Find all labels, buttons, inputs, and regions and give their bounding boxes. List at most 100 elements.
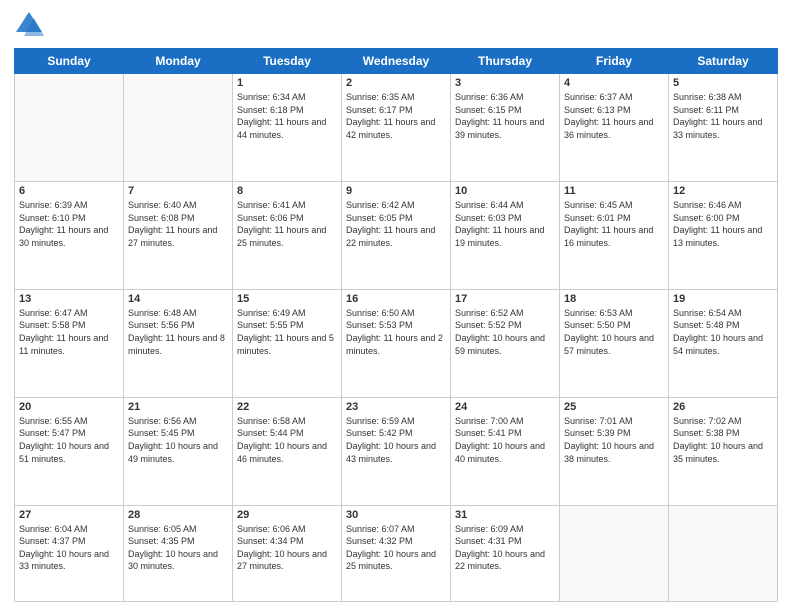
day-info: Sunrise: 6:56 AM Sunset: 5:45 PM Dayligh… bbox=[128, 415, 228, 465]
weekday-header-thursday: Thursday bbox=[451, 49, 560, 74]
calendar-cell: 30 Sunrise: 6:07 AM Sunset: 4:32 PM Dayli… bbox=[342, 505, 451, 601]
day-number: 29 bbox=[237, 509, 337, 521]
calendar-cell: 19 Sunrise: 6:54 AM Sunset: 5:48 PM Dayli… bbox=[669, 289, 778, 397]
day-info: Sunrise: 7:01 AM Sunset: 5:39 PM Dayligh… bbox=[564, 415, 664, 465]
calendar-cell: 17 Sunrise: 6:52 AM Sunset: 5:52 PM Dayli… bbox=[451, 289, 560, 397]
day-number: 20 bbox=[19, 401, 119, 413]
calendar-cell: 10 Sunrise: 6:44 AM Sunset: 6:03 PM Dayli… bbox=[451, 181, 560, 289]
day-info: Sunrise: 6:54 AM Sunset: 5:48 PM Dayligh… bbox=[673, 307, 773, 357]
weekday-header-friday: Friday bbox=[560, 49, 669, 74]
calendar-cell bbox=[15, 74, 124, 182]
calendar-cell bbox=[669, 505, 778, 601]
calendar-cell: 29 Sunrise: 6:06 AM Sunset: 4:34 PM Dayli… bbox=[233, 505, 342, 601]
day-number: 26 bbox=[673, 401, 773, 413]
day-number: 30 bbox=[346, 509, 446, 521]
day-number: 3 bbox=[455, 77, 555, 89]
day-number: 13 bbox=[19, 293, 119, 305]
day-number: 9 bbox=[346, 185, 446, 197]
calendar-cell: 12 Sunrise: 6:46 AM Sunset: 6:00 PM Dayli… bbox=[669, 181, 778, 289]
day-number: 18 bbox=[564, 293, 664, 305]
day-number: 1 bbox=[237, 77, 337, 89]
calendar-cell bbox=[560, 505, 669, 601]
day-number: 31 bbox=[455, 509, 555, 521]
calendar: SundayMondayTuesdayWednesdayThursdayFrid… bbox=[14, 48, 778, 602]
calendar-cell: 23 Sunrise: 6:59 AM Sunset: 5:42 PM Dayli… bbox=[342, 397, 451, 505]
calendar-cell: 28 Sunrise: 6:05 AM Sunset: 4:35 PM Dayli… bbox=[124, 505, 233, 601]
day-number: 6 bbox=[19, 185, 119, 197]
day-info: Sunrise: 6:09 AM Sunset: 4:31 PM Dayligh… bbox=[455, 523, 555, 573]
calendar-cell: 31 Sunrise: 6:09 AM Sunset: 4:31 PM Dayli… bbox=[451, 505, 560, 601]
day-number: 16 bbox=[346, 293, 446, 305]
day-number: 28 bbox=[128, 509, 228, 521]
day-info: Sunrise: 6:52 AM Sunset: 5:52 PM Dayligh… bbox=[455, 307, 555, 357]
day-info: Sunrise: 6:07 AM Sunset: 4:32 PM Dayligh… bbox=[346, 523, 446, 573]
day-number: 14 bbox=[128, 293, 228, 305]
day-info: Sunrise: 6:36 AM Sunset: 6:15 PM Dayligh… bbox=[455, 91, 555, 141]
day-info: Sunrise: 6:40 AM Sunset: 6:08 PM Dayligh… bbox=[128, 199, 228, 249]
day-number: 22 bbox=[237, 401, 337, 413]
day-number: 25 bbox=[564, 401, 664, 413]
day-info: Sunrise: 6:06 AM Sunset: 4:34 PM Dayligh… bbox=[237, 523, 337, 573]
day-info: Sunrise: 6:38 AM Sunset: 6:11 PM Dayligh… bbox=[673, 91, 773, 141]
day-info: Sunrise: 6:46 AM Sunset: 6:00 PM Dayligh… bbox=[673, 199, 773, 249]
calendar-cell: 13 Sunrise: 6:47 AM Sunset: 5:58 PM Dayli… bbox=[15, 289, 124, 397]
weekday-header-monday: Monday bbox=[124, 49, 233, 74]
day-number: 4 bbox=[564, 77, 664, 89]
day-info: Sunrise: 6:58 AM Sunset: 5:44 PM Dayligh… bbox=[237, 415, 337, 465]
calendar-cell: 22 Sunrise: 6:58 AM Sunset: 5:44 PM Dayli… bbox=[233, 397, 342, 505]
day-info: Sunrise: 7:02 AM Sunset: 5:38 PM Dayligh… bbox=[673, 415, 773, 465]
day-number: 5 bbox=[673, 77, 773, 89]
calendar-cell: 16 Sunrise: 6:50 AM Sunset: 5:53 PM Dayli… bbox=[342, 289, 451, 397]
day-number: 2 bbox=[346, 77, 446, 89]
weekday-header-tuesday: Tuesday bbox=[233, 49, 342, 74]
day-info: Sunrise: 6:59 AM Sunset: 5:42 PM Dayligh… bbox=[346, 415, 446, 465]
day-info: Sunrise: 6:50 AM Sunset: 5:53 PM Dayligh… bbox=[346, 307, 446, 357]
calendar-cell: 9 Sunrise: 6:42 AM Sunset: 6:05 PM Daylig… bbox=[342, 181, 451, 289]
day-info: Sunrise: 6:55 AM Sunset: 5:47 PM Dayligh… bbox=[19, 415, 119, 465]
weekday-header-saturday: Saturday bbox=[669, 49, 778, 74]
day-info: Sunrise: 6:04 AM Sunset: 4:37 PM Dayligh… bbox=[19, 523, 119, 573]
calendar-cell: 14Sunrise: 6:48 AM Sunset: 5:56 PM Dayli… bbox=[124, 289, 233, 397]
day-info: Sunrise: 6:53 AM Sunset: 5:50 PM Dayligh… bbox=[564, 307, 664, 357]
calendar-cell bbox=[124, 74, 233, 182]
day-info: Sunrise: 6:41 AM Sunset: 6:06 PM Dayligh… bbox=[237, 199, 337, 249]
weekday-header-sunday: Sunday bbox=[15, 49, 124, 74]
calendar-cell: 20 Sunrise: 6:55 AM Sunset: 5:47 PM Dayli… bbox=[15, 397, 124, 505]
calendar-cell: 1 Sunrise: 6:34 AM Sunset: 6:18 PM Daylig… bbox=[233, 74, 342, 182]
day-info: Sunrise: 6:45 AM Sunset: 6:01 PM Dayligh… bbox=[564, 199, 664, 249]
day-info: Sunrise: 6:42 AM Sunset: 6:05 PM Dayligh… bbox=[346, 199, 446, 249]
day-number: 27 bbox=[19, 509, 119, 521]
day-info: Sunrise: 6:35 AM Sunset: 6:17 PM Dayligh… bbox=[346, 91, 446, 141]
day-info: Sunrise: 6:34 AM Sunset: 6:18 PM Dayligh… bbox=[237, 91, 337, 141]
calendar-cell: 18 Sunrise: 6:53 AM Sunset: 5:50 PM Dayli… bbox=[560, 289, 669, 397]
calendar-cell: 3 Sunrise: 6:36 AM Sunset: 6:15 PM Daylig… bbox=[451, 74, 560, 182]
weekday-header-wednesday: Wednesday bbox=[342, 49, 451, 74]
calendar-cell: 15Sunrise: 6:49 AM Sunset: 5:55 PM Dayli… bbox=[233, 289, 342, 397]
day-info: Sunrise: 6:47 AM Sunset: 5:58 PM Dayligh… bbox=[19, 307, 119, 357]
day-info: Sunrise: 6:05 AM Sunset: 4:35 PM Dayligh… bbox=[128, 523, 228, 573]
calendar-cell: 24Sunrise: 7:00 AM Sunset: 5:41 PM Dayli… bbox=[451, 397, 560, 505]
calendar-cell: 11 Sunrise: 6:45 AM Sunset: 6:01 PM Dayli… bbox=[560, 181, 669, 289]
day-number: 7 bbox=[128, 185, 228, 197]
day-info: Sunrise: 7:00 AM Sunset: 5:41 PM Dayligh… bbox=[455, 415, 555, 465]
day-number: 11 bbox=[564, 185, 664, 197]
day-info: Sunrise: 6:44 AM Sunset: 6:03 PM Dayligh… bbox=[455, 199, 555, 249]
calendar-cell: 6 Sunrise: 6:39 AM Sunset: 6:10 PM Daylig… bbox=[15, 181, 124, 289]
calendar-cell: 7 Sunrise: 6:40 AM Sunset: 6:08 PM Daylig… bbox=[124, 181, 233, 289]
calendar-cell: 25 Sunrise: 7:01 AM Sunset: 5:39 PM Dayli… bbox=[560, 397, 669, 505]
day-number: 10 bbox=[455, 185, 555, 197]
day-info: Sunrise: 6:49 AM Sunset: 5:55 PM Dayligh… bbox=[237, 307, 337, 357]
day-number: 21 bbox=[128, 401, 228, 413]
day-number: 8 bbox=[237, 185, 337, 197]
calendar-cell: 5 Sunrise: 6:38 AM Sunset: 6:11 PM Daylig… bbox=[669, 74, 778, 182]
day-number: 23 bbox=[346, 401, 446, 413]
day-info: Sunrise: 6:39 AM Sunset: 6:10 PM Dayligh… bbox=[19, 199, 119, 249]
calendar-cell: 4Sunrise: 6:37 AM Sunset: 6:13 PM Daylig… bbox=[560, 74, 669, 182]
calendar-cell: 2 Sunrise: 6:35 AM Sunset: 6:17 PM Daylig… bbox=[342, 74, 451, 182]
logo bbox=[14, 10, 50, 40]
day-number: 12 bbox=[673, 185, 773, 197]
calendar-cell: 26 Sunrise: 7:02 AM Sunset: 5:38 PM Dayli… bbox=[669, 397, 778, 505]
calendar-cell: 27 Sunrise: 6:04 AM Sunset: 4:37 PM Dayli… bbox=[15, 505, 124, 601]
day-number: 19 bbox=[673, 293, 773, 305]
day-number: 17 bbox=[455, 293, 555, 305]
